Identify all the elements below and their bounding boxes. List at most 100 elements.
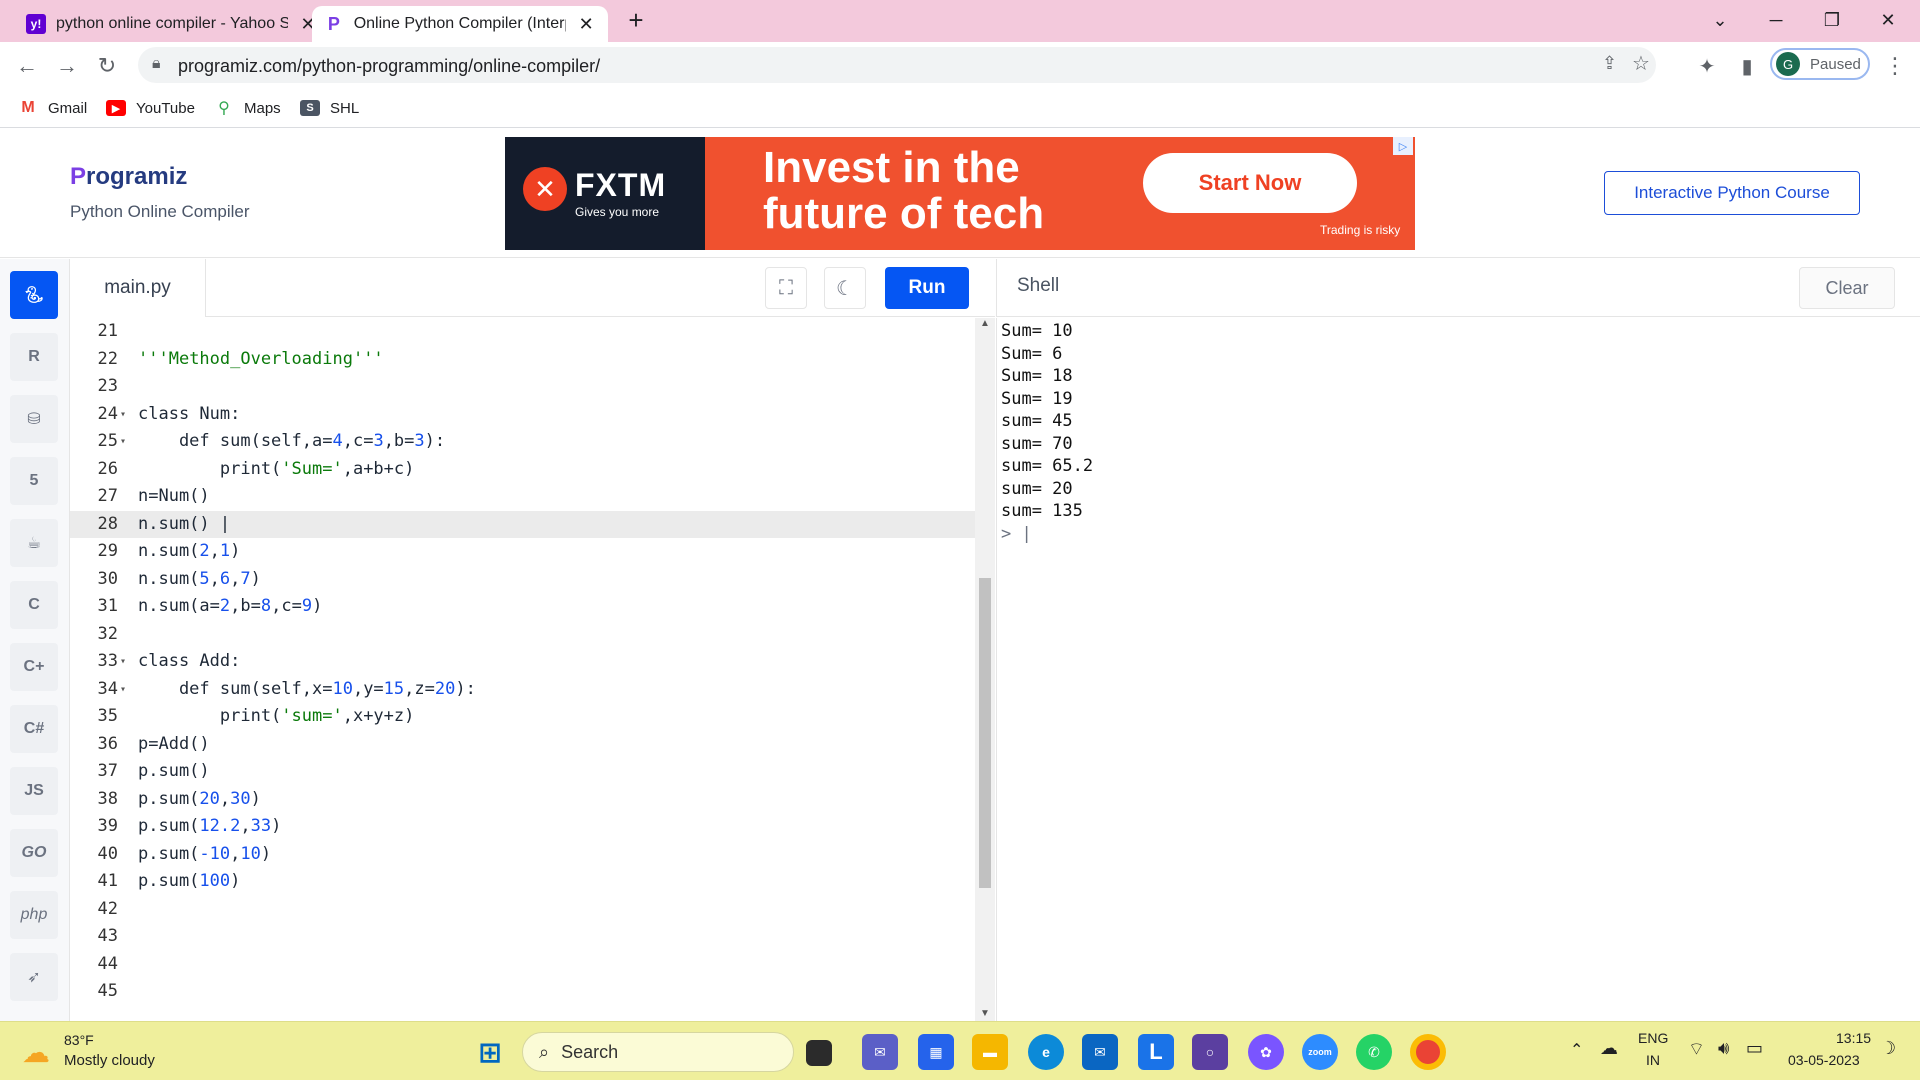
- php-icon[interactable]: php: [10, 891, 58, 939]
- code-editor[interactable]: 21 22 '''Method_Overloading''' 23 24 ▾ class N…: [70, 318, 995, 1021]
- edge-browser-icon[interactable]: e: [1028, 1034, 1064, 1070]
- weather-cloud-icon[interactable]: ☁: [22, 1036, 50, 1069]
- file-tab-main-py[interactable]: main.py: [70, 259, 206, 317]
- tab-online-python-compiler[interactable]: P Online Python Compiler (Interpreter) ✕: [312, 6, 608, 42]
- clock-date[interactable]: 03-05-2023: [1788, 1052, 1860, 1068]
- whatsapp-icon[interactable]: ✆: [1356, 1034, 1392, 1070]
- volume-icon[interactable]: 🔊︎: [1718, 1038, 1729, 1059]
- share-icon[interactable]: ⇪: [1602, 53, 1617, 74]
- fold-toggle-icon[interactable]: ▾: [120, 401, 132, 429]
- teams-chat-icon[interactable]: ✉: [862, 1034, 898, 1070]
- code-line[interactable]: 42: [70, 896, 975, 924]
- reload-icon[interactable]: ↻: [92, 51, 122, 81]
- code-line[interactable]: 35 print('sum=',x+y+z): [70, 703, 975, 731]
- fold-toggle-icon[interactable]: ▾: [120, 648, 132, 676]
- sql-database-icon[interactable]: ⛁: [10, 395, 58, 443]
- interactive-course-button[interactable]: Interactive Python Course: [1604, 171, 1860, 215]
- weather-description[interactable]: Mostly cloudy: [64, 1052, 155, 1069]
- clock-time[interactable]: 13:15: [1836, 1030, 1871, 1046]
- adchoices-icon[interactable]: ▷: [1393, 137, 1413, 155]
- code-line[interactable]: 29 n.sum(2,1): [70, 538, 975, 566]
- code-line[interactable]: 31 n.sum(a=2,b=8,c=9): [70, 593, 975, 621]
- taskbar-search[interactable]: ⌕ Search: [522, 1032, 794, 1072]
- editor-scrollbar-thumb[interactable]: [979, 578, 991, 888]
- code-line[interactable]: 27 n=Num(): [70, 483, 975, 511]
- javascript-icon[interactable]: JS: [10, 767, 58, 815]
- bookmark-maps[interactable]: ⚲ Maps: [214, 96, 281, 120]
- shell-output[interactable]: Sum= 10 Sum= 6 Sum= 18 Sum= 19 sum= 45 sum= 7…: [996, 318, 1920, 1021]
- code-line[interactable]: 34 ▾ def sum(self,x=10,y=15,z=20):: [70, 676, 975, 704]
- shell-prompt[interactable]: > |: [1001, 521, 1032, 549]
- menu-dots-icon[interactable]: ⋮: [1880, 51, 1910, 81]
- l-app-icon[interactable]: L: [1138, 1034, 1174, 1070]
- code-line[interactable]: 43: [70, 923, 975, 951]
- battery-icon[interactable]: ▭: [1746, 1038, 1763, 1059]
- code-line[interactable]: 22 '''Method_Overloading''': [70, 346, 975, 374]
- app-ring-icon[interactable]: ○: [1192, 1034, 1228, 1070]
- code-line[interactable]: 30 n.sum(5,6,7): [70, 566, 975, 594]
- scroll-down-arrow-icon[interactable]: ▼: [980, 1008, 990, 1019]
- language-indicator[interactable]: ENG: [1638, 1030, 1668, 1046]
- chrome-icon[interactable]: [1410, 1034, 1446, 1070]
- tab-yahoo-search[interactable]: y! python online compiler - Yahoo Search…: [14, 6, 330, 42]
- code-line[interactable]: 21: [70, 318, 975, 346]
- code-line[interactable]: 39 p.sum(12.2,33): [70, 813, 975, 841]
- dark-mode-moon-icon[interactable]: ☾: [824, 267, 866, 309]
- bookmark-star-icon[interactable]: ☆: [1632, 51, 1650, 76]
- notifications-moon-icon[interactable]: ☽: [1880, 1038, 1896, 1059]
- extensions-icon[interactable]: ✦: [1692, 51, 1722, 81]
- tray-chevron-icon[interactable]: ⌃: [1570, 1040, 1583, 1060]
- code-line[interactable]: 23: [70, 373, 975, 401]
- file-explorer-icon[interactable]: ▬: [972, 1034, 1008, 1070]
- microsoft-store-icon[interactable]: ▦: [918, 1034, 954, 1070]
- side-panel-icon[interactable]: ▮: [1732, 51, 1762, 81]
- onedrive-cloud-icon[interactable]: ☁: [1600, 1038, 1618, 1059]
- new-tab-button[interactable]: +: [608, 0, 664, 40]
- bookmark-shl[interactable]: S SHL: [300, 96, 359, 120]
- swift-icon[interactable]: ➶: [10, 953, 58, 1001]
- task-view-icon[interactable]: [806, 1040, 832, 1066]
- mail-icon[interactable]: ✉: [1082, 1034, 1118, 1070]
- restore-button[interactable]: ❐: [1804, 0, 1860, 40]
- windows-start-icon[interactable]: ⊞: [472, 1034, 508, 1070]
- code-line[interactable]: 40 p.sum(-10,10): [70, 841, 975, 869]
- advertisement-banner[interactable]: ✕ FXTM Gives you more Invest in the futu…: [505, 137, 1415, 250]
- close-window-button[interactable]: ✕: [1860, 0, 1916, 40]
- c-language-icon[interactable]: C: [10, 581, 58, 629]
- code-line[interactable]: 36 p=Add(): [70, 731, 975, 759]
- go-language-icon[interactable]: GO: [10, 829, 58, 877]
- clear-button[interactable]: Clear: [1799, 267, 1895, 309]
- code-line[interactable]: 45: [70, 978, 975, 1006]
- java-icon[interactable]: ☕︎: [10, 519, 58, 567]
- programiz-logo[interactable]: Programiz: [70, 163, 187, 191]
- code-line[interactable]: 32: [70, 621, 975, 649]
- editor-scrollbar[interactable]: ▲ ▼: [975, 318, 995, 1021]
- code-line[interactable]: 41 p.sum(100): [70, 868, 975, 896]
- fullscreen-icon[interactable]: ⛶: [765, 267, 807, 309]
- profile-button[interactable]: G Paused: [1770, 48, 1870, 80]
- fold-toggle-icon[interactable]: ▾: [120, 676, 132, 704]
- html5-icon[interactable]: 5: [10, 457, 58, 505]
- forward-arrow-icon[interactable]: →: [52, 51, 82, 81]
- wifi-icon[interactable]: ⌔: [1688, 1038, 1705, 1061]
- close-tab-icon[interactable]: ✕: [576, 14, 596, 35]
- cpp-language-icon[interactable]: C+: [10, 643, 58, 691]
- address-bar[interactable]: 🔒︎ programiz.com/python-programming/onli…: [138, 47, 1656, 83]
- weather-temperature[interactable]: 83°F: [64, 1032, 94, 1048]
- photos-icon[interactable]: ✿: [1248, 1034, 1284, 1070]
- minimize-button[interactable]: ─: [1748, 0, 1804, 40]
- code-line[interactable]: 28 n.sum() |: [70, 510, 975, 538]
- scroll-up-arrow-icon[interactable]: ▲: [980, 318, 990, 329]
- r-language-icon[interactable]: R: [10, 333, 58, 381]
- bookmark-youtube[interactable]: ▶ YouTube: [106, 96, 195, 120]
- code-line[interactable]: 37 p.sum(): [70, 758, 975, 786]
- run-button[interactable]: Run: [885, 267, 969, 309]
- zoom-icon[interactable]: zoom: [1302, 1034, 1338, 1070]
- code-line[interactable]: 33 ▾ class Add:: [70, 648, 975, 676]
- code-line[interactable]: 25 ▾ def sum(self,a=4,c=3,b=3):: [70, 428, 975, 456]
- ad-cta-button[interactable]: Start Now: [1143, 153, 1357, 213]
- code-line[interactable]: 44: [70, 951, 975, 979]
- code-line[interactable]: 24 ▾ class Num:: [70, 401, 975, 429]
- fold-toggle-icon[interactable]: ▾: [120, 428, 132, 456]
- csharp-language-icon[interactable]: C#: [10, 705, 58, 753]
